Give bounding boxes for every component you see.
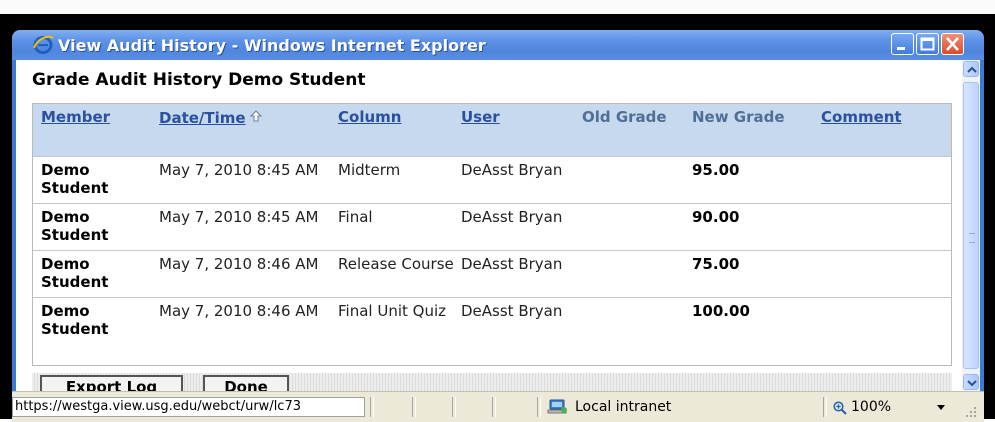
resize-grip-icon[interactable]: [964, 404, 978, 418]
table-row: Demo Student May 7, 2010 8:46 AM Release…: [33, 250, 951, 298]
maximize-icon: [920, 37, 935, 51]
vertical-scrollbar[interactable]: [962, 60, 980, 391]
chevron-up-icon: [967, 66, 977, 73]
local-intranet-icon: [547, 398, 569, 416]
ie-popup-window: View Audit History - Windows Internet Ex…: [12, 30, 984, 422]
status-divider: [412, 397, 416, 417]
status-divider: [492, 397, 496, 417]
security-zone-label: Local intranet: [575, 399, 672, 415]
cell-member: Demo Student: [33, 250, 159, 298]
scroll-up-button[interactable]: [963, 61, 979, 77]
background-page-text: [330, 0, 970, 8]
cell-comment: [821, 203, 951, 251]
old-grade-label: Old Grade: [582, 108, 667, 126]
title-bar[interactable]: View Audit History - Windows Internet Ex…: [12, 30, 984, 60]
zoom-dropdown-arrow-icon[interactable]: [937, 405, 945, 410]
screenshot-frame: View Audit History - Windows Internet Ex…: [0, 14, 995, 422]
column-header-user[interactable]: User: [461, 104, 582, 157]
cell-column: Release Course: [338, 250, 461, 298]
cell-user: DeAsst Bryan: [461, 250, 582, 298]
background-page-strip: [0, 0, 995, 14]
cell-datetime: May 7, 2010 8:45 AM: [159, 203, 338, 251]
close-icon: [946, 37, 959, 51]
cell-column: Midterm: [338, 156, 461, 204]
cell-comment: [821, 156, 951, 204]
cell-member: Demo Student: [33, 203, 159, 251]
column-header-new-grade: New Grade: [692, 104, 821, 157]
cell-datetime: May 7, 2010 8:46 AM: [159, 250, 338, 298]
status-divider: [537, 397, 541, 417]
sort-ascending-icon: [249, 108, 262, 122]
scroll-down-button[interactable]: [963, 374, 979, 390]
cell-column: Final: [338, 203, 461, 251]
cell-new-grade: 75.00: [692, 250, 821, 298]
sort-link-column[interactable]: Column: [338, 108, 401, 126]
cell-old-grade: [582, 250, 692, 298]
status-divider: [370, 397, 374, 417]
status-bar: https://westga.view.usg.edu/webct/urw/lc…: [12, 391, 984, 422]
window-title: View Audit History - Windows Internet Ex…: [58, 36, 486, 55]
column-header-member[interactable]: Member: [33, 104, 159, 157]
column-header-column[interactable]: Column: [338, 104, 461, 157]
table-row: Demo Student May 7, 2010 8:46 AM Final U…: [33, 297, 951, 344]
audit-history-table: Member Date/Time Column User Old Grade N…: [32, 103, 952, 366]
close-button[interactable]: [941, 33, 964, 55]
status-divider: [823, 397, 827, 417]
minimize-icon: [897, 47, 905, 50]
cell-comment: [821, 297, 951, 344]
status-url: https://westga.view.usg.edu/webct/urw/lc…: [12, 397, 365, 417]
zoom-level[interactable]: 100%: [851, 399, 891, 415]
chevron-down-icon: [967, 380, 977, 387]
sort-link-datetime[interactable]: Date/Time: [159, 109, 246, 127]
internet-explorer-icon: [32, 35, 54, 55]
cell-new-grade: 95.00: [692, 156, 821, 204]
cell-user: DeAsst Bryan: [461, 156, 582, 204]
status-divider: [452, 397, 456, 417]
sort-link-user[interactable]: User: [461, 108, 500, 126]
cell-datetime: May 7, 2010 8:46 AM: [159, 297, 338, 344]
cell-user: DeAsst Bryan: [461, 297, 582, 344]
zoom-icon[interactable]: [833, 400, 847, 415]
cell-column: Final Unit Quiz: [338, 297, 461, 344]
scrollbar-thumb[interactable]: [963, 82, 979, 369]
maximize-button[interactable]: [916, 33, 939, 55]
sort-link-member[interactable]: Member: [41, 108, 110, 126]
cell-new-grade: 90.00: [692, 203, 821, 251]
cell-new-grade: 100.00: [692, 297, 821, 344]
column-header-datetime[interactable]: Date/Time: [159, 104, 338, 157]
scrollbar-grip-icon: [969, 233, 975, 243]
column-header-comment[interactable]: Comment: [821, 104, 951, 157]
cut-off-text-glyphs: [330, 0, 970, 4]
cell-old-grade: [582, 297, 692, 344]
column-header-old-grade: Old Grade: [582, 104, 692, 157]
cell-member: Demo Student: [33, 297, 159, 344]
page-content: Grade Audit History Demo Student Member …: [16, 60, 962, 399]
cell-comment: [821, 250, 951, 298]
minimize-button[interactable]: [891, 33, 914, 55]
table-row: Demo Student May 7, 2010 8:45 AM Midterm…: [33, 156, 951, 204]
table-header-row: Member Date/Time Column User Old Grade N…: [33, 104, 951, 157]
page-title: Grade Audit History Demo Student: [32, 70, 366, 90]
cell-old-grade: [582, 156, 692, 204]
new-grade-label: New Grade: [692, 108, 785, 126]
table-row: Demo Student May 7, 2010 8:45 AM Final D…: [33, 203, 951, 251]
sort-link-comment[interactable]: Comment: [821, 108, 902, 126]
cell-user: DeAsst Bryan: [461, 203, 582, 251]
cell-datetime: May 7, 2010 8:45 AM: [159, 156, 338, 204]
cell-old-grade: [582, 203, 692, 251]
cell-member: Demo Student: [33, 156, 159, 204]
